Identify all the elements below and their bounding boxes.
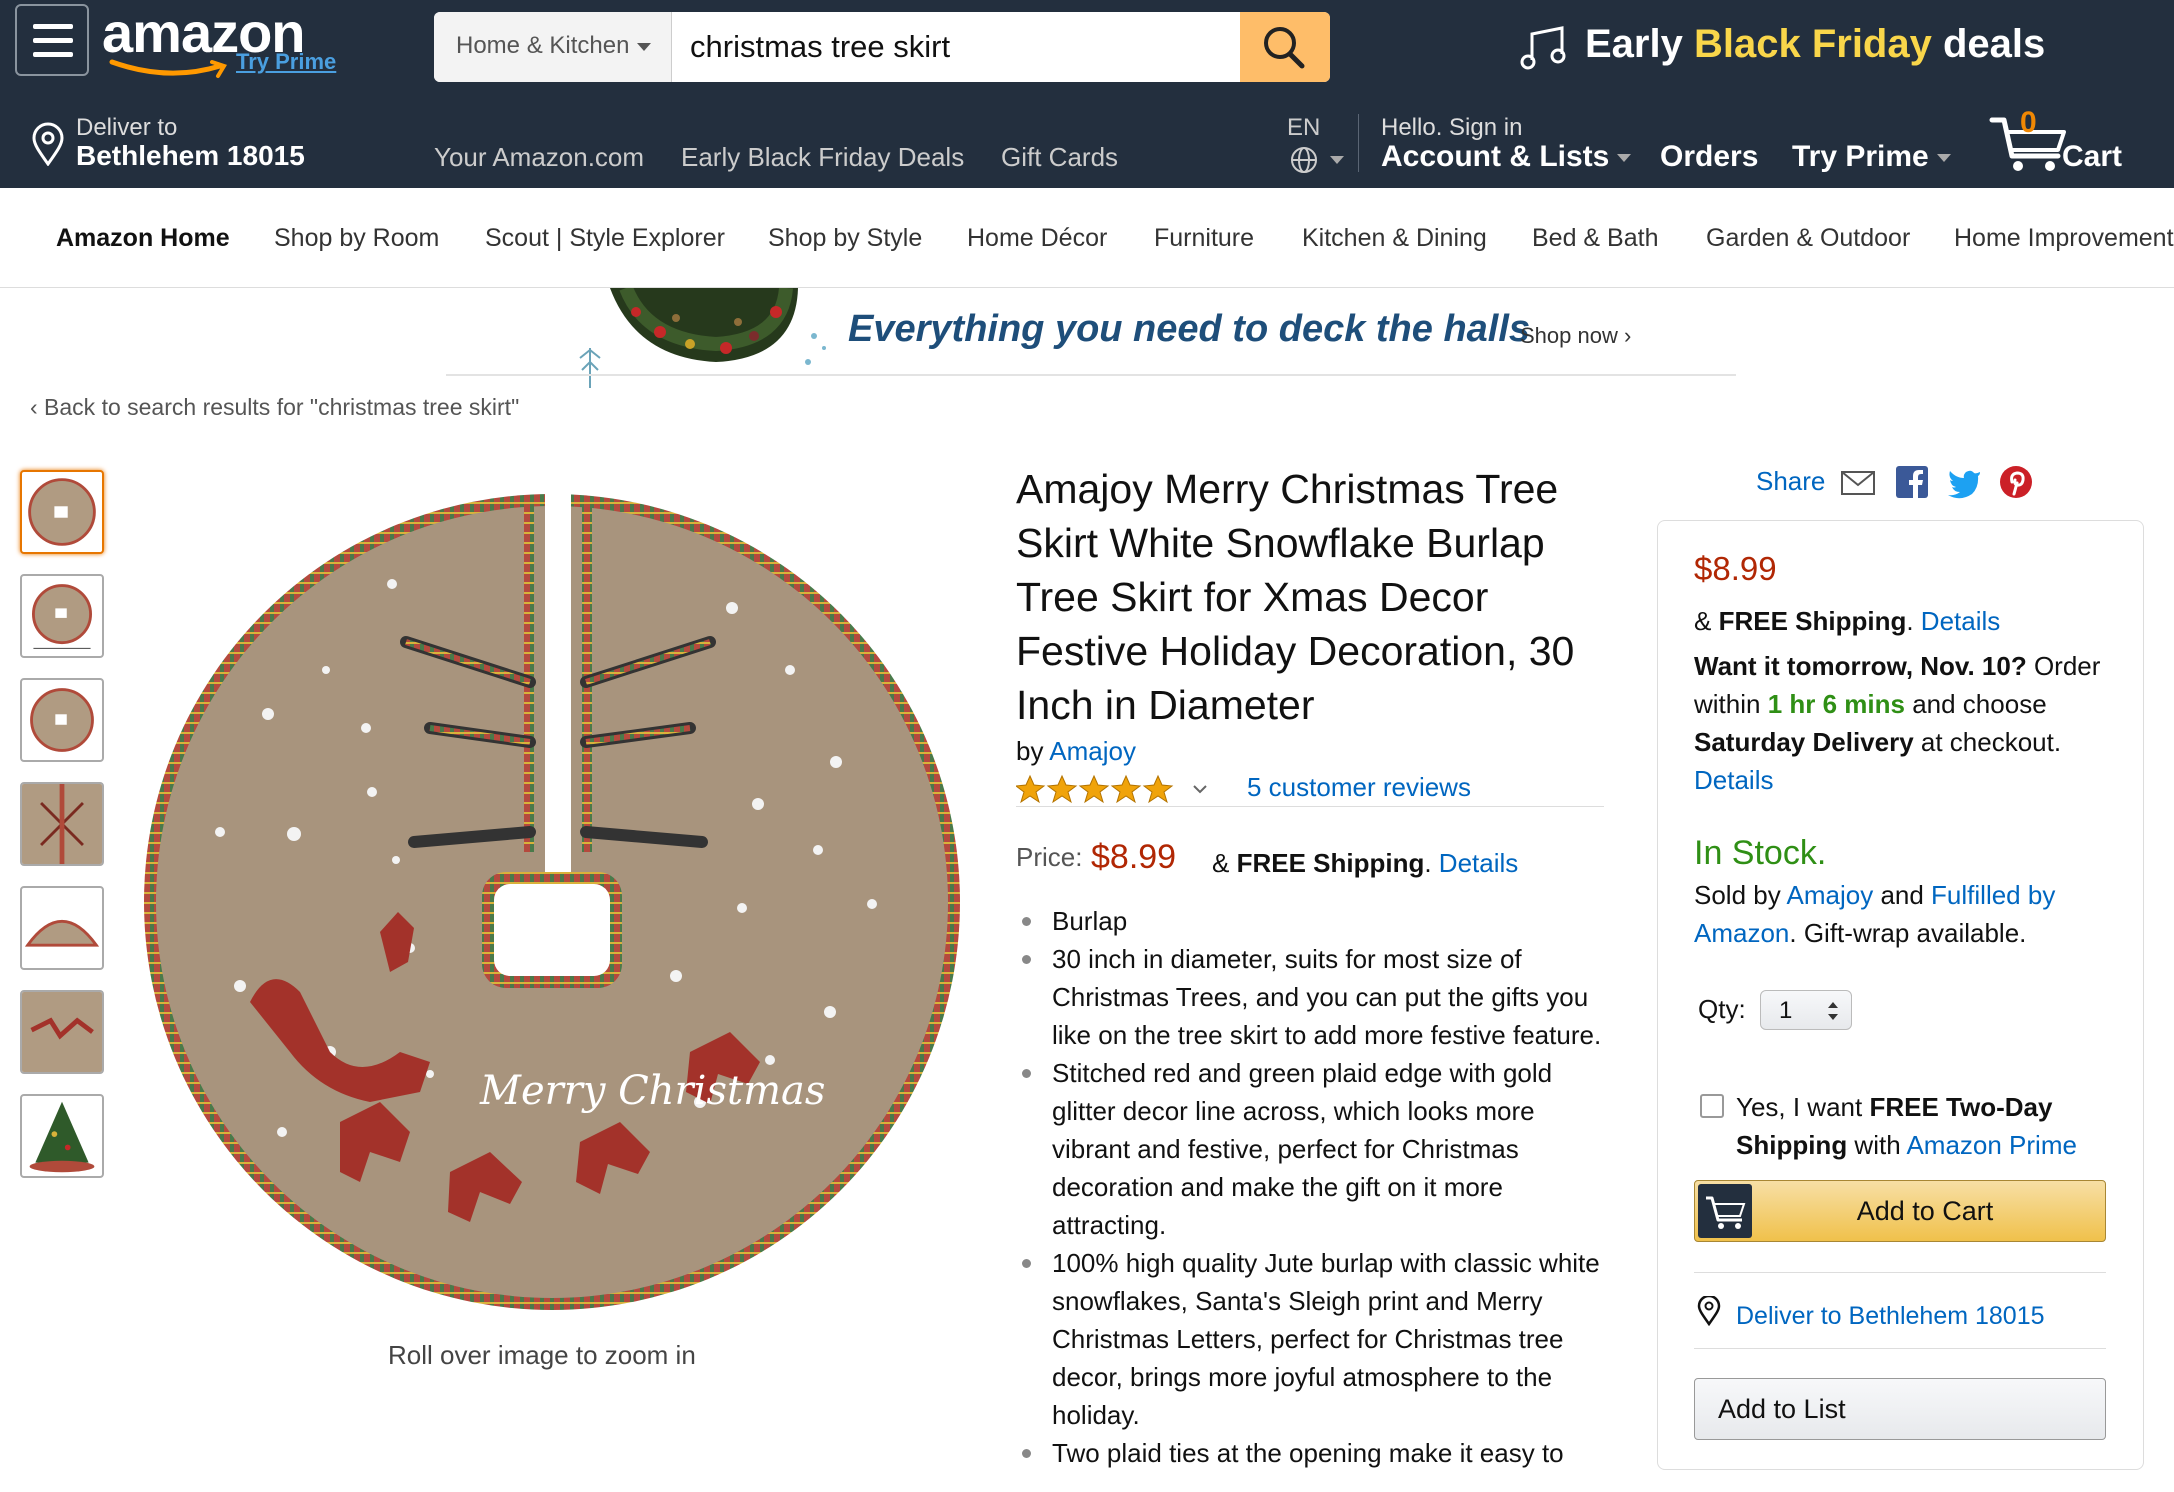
wreath-banner-image[interactable]	[576, 288, 846, 398]
twitter-icon[interactable]	[1946, 464, 1982, 500]
back-to-search-link[interactable]: ‹ Back to search results for "christmas …	[30, 394, 519, 421]
star-rating-icon[interactable]	[1016, 774, 1176, 804]
deliver-to-location[interactable]: Bethlehem 18015	[76, 140, 305, 172]
try-prime-link[interactable]: Try Prime	[236, 49, 336, 75]
subnav-home-improvement[interactable]: Home Improvement	[1954, 224, 2174, 253]
delivery-details-link[interactable]: Details	[1694, 765, 1773, 795]
feature-bullet: Burlap	[1016, 902, 1610, 940]
nav-early-black-friday-deals[interactable]: Early Black Friday Deals	[681, 142, 964, 173]
deliver-to-link[interactable]: Deliver to Bethlehem 18015	[1736, 1302, 2045, 1331]
account-lists-menu[interactable]: Account & Lists	[1381, 140, 1632, 174]
subnav-shop-by-style[interactable]: Shop by Style	[768, 224, 922, 253]
search-category-dropdown[interactable]: Home & Kitchen	[434, 12, 672, 82]
delivery-estimate: Want it tomorrow, Nov. 10? Order within …	[1694, 651, 2101, 795]
divider	[1358, 114, 1359, 172]
seller-link[interactable]: Amajoy	[1787, 880, 1874, 910]
facebook-icon[interactable]	[1894, 464, 1930, 500]
gallery-thumbnail[interactable]	[20, 1094, 104, 1178]
add-to-cart-label[interactable]: Add to Cart	[1694, 1196, 2156, 1227]
feature-bullet: Two plaid ties at the opening make it ea…	[1016, 1434, 1610, 1472]
banner-headline[interactable]: Everything you need to deck the halls	[848, 308, 1530, 351]
feature-bullets: Burlap 30 inch in diameter, suits for mo…	[1016, 902, 1610, 1472]
caret-down-icon	[1617, 154, 1632, 163]
stock-status: In Stock.	[1694, 834, 1827, 872]
deliver-to-label[interactable]: Deliver to	[76, 114, 177, 142]
select-arrows-icon	[1828, 1002, 1838, 1020]
divider	[1694, 1272, 2106, 1273]
search-button[interactable]	[1240, 12, 1330, 82]
merry-christmas-print: Merry Christmas	[479, 1068, 825, 1114]
gallery-thumbnail[interactable]	[20, 782, 104, 866]
music-note-icon	[1520, 26, 1566, 70]
banner-shop-now-link[interactable]: Shop now ›	[1520, 323, 1631, 349]
orders-link[interactable]: Orders	[1660, 140, 1758, 174]
gallery-thumbnail[interactable]	[20, 574, 104, 658]
nav-your-amazon[interactable]: Your Amazon.com	[434, 142, 644, 173]
free-two-day-label[interactable]: Yes, I want FREE Two-Day Shipping with A…	[1736, 1088, 2116, 1164]
divider	[1694, 1348, 2106, 1349]
subnav-bed-bath[interactable]: Bed & Bath	[1532, 224, 1658, 253]
email-icon[interactable]	[1840, 464, 1876, 500]
amazon-prime-link[interactable]: Amazon Prime	[1906, 1130, 2077, 1160]
search-input[interactable]	[672, 12, 1244, 82]
buybox-shipping-details-link[interactable]: Details	[1921, 606, 2000, 636]
globe-icon[interactable]	[1288, 144, 1320, 176]
amazon-smile-icon	[109, 59, 227, 78]
search-bar: Home & Kitchen	[434, 12, 1330, 82]
gallery-thumbnail[interactable]	[20, 678, 104, 762]
buybox-shipping: & FREE Shipping. Details	[1694, 606, 2001, 636]
feature-bullet: 30 inch in diameter, suits for most size…	[1016, 940, 1610, 1054]
customer-reviews-link[interactable]: 5 customer reviews	[1247, 772, 1471, 803]
greeting-label[interactable]: Hello. Sign in	[1381, 114, 1522, 142]
delivery-countdown: 1 hr 6 mins	[1767, 689, 1905, 719]
subnav-kitchen-dining[interactable]: Kitchen & Dining	[1302, 224, 1487, 253]
caret-down-icon	[1936, 154, 1951, 163]
subnav-furniture[interactable]: Furniture	[1154, 224, 1254, 253]
nav-gift-cards[interactable]: Gift Cards	[1001, 142, 1118, 173]
subnav-shop-by-room[interactable]: Shop by Room	[274, 224, 439, 253]
gallery-thumbnail[interactable]	[20, 886, 104, 970]
feature-bullet: Stitched red and green plaid edge with g…	[1016, 1054, 1610, 1244]
subnav-garden-outdoor[interactable]: Garden & Outdoor	[1706, 224, 1910, 253]
subnav-amazon-home[interactable]: Amazon Home	[56, 224, 230, 253]
search-icon	[1264, 27, 1305, 69]
free-two-day-checkbox[interactable]	[1700, 1094, 1724, 1118]
divider	[1016, 806, 1604, 807]
share-label[interactable]: Share	[1756, 466, 1825, 497]
buybox-price: $8.99	[1694, 550, 1777, 587]
category-subnav: Amazon Home Shop by Room Scout | Style E…	[0, 188, 2174, 288]
subnav-home-decor[interactable]: Home Décor	[967, 224, 1107, 253]
cart-link[interactable]: Cart	[2062, 140, 2122, 174]
cart-count: 0	[2020, 106, 2037, 139]
caret-down-icon	[637, 42, 652, 51]
product-main-image[interactable]: Merry Christmas	[130, 492, 974, 1312]
language-selector[interactable]: EN	[1287, 114, 1320, 142]
caret-down-icon	[1330, 156, 1344, 164]
chevron-down-icon[interactable]	[1192, 784, 1208, 794]
pinterest-icon[interactable]	[1998, 464, 2034, 500]
feature-bullet: 100% high quality Jute burlap with class…	[1016, 1244, 1610, 1434]
early-black-friday-promo[interactable]: Early Black Friday deals	[1585, 22, 2045, 67]
add-to-list-label[interactable]: Add to List	[1718, 1394, 1846, 1425]
subnav-scout-style-explorer[interactable]: Scout | Style Explorer	[485, 224, 725, 253]
brand-byline: by Amajoy	[1016, 736, 1136, 766]
shipping-info: & FREE Shipping. Details	[1212, 848, 1519, 878]
shipping-details-link[interactable]: Details	[1439, 848, 1518, 878]
zoom-hint: Roll over image to zoom in	[388, 1340, 696, 1370]
seller-info: Sold by Amajoy and Fulfilled by Amazon. …	[1694, 880, 2056, 948]
top-header: amazon Try Prime Home & Kitchen Early Bl…	[0, 0, 2174, 188]
gallery-thumbnail[interactable]	[20, 990, 104, 1074]
price-label: Price:	[1016, 842, 1083, 872]
brand-link[interactable]: Amajoy	[1049, 736, 1136, 766]
quantity-label: Qty:	[1698, 994, 1746, 1024]
product-price: $8.99	[1091, 838, 1177, 876]
location-pin-icon	[32, 122, 64, 166]
hamburger-menu-icon[interactable]	[15, 4, 89, 76]
location-pin-icon	[1697, 1296, 1721, 1326]
banner-divider	[446, 374, 1736, 376]
try-prime-menu[interactable]: Try Prime	[1792, 140, 1951, 174]
product-title: Amajoy Merry Christmas Tree Skirt White …	[1016, 466, 1575, 728]
gallery-thumbnail[interactable]	[20, 470, 104, 554]
